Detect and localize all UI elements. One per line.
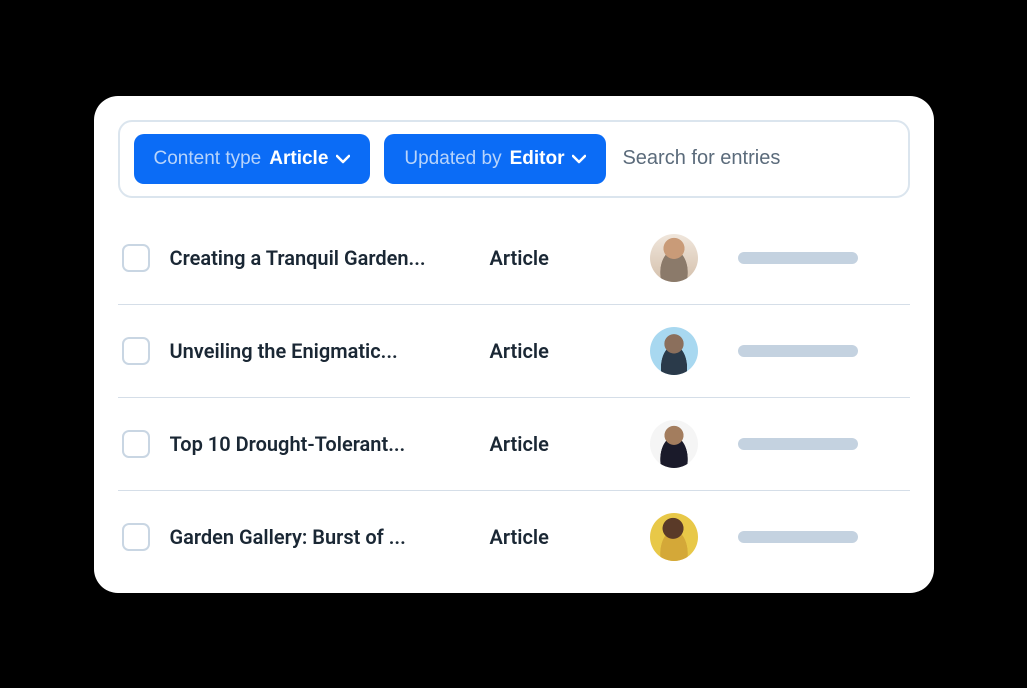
- chevron-down-icon: [336, 152, 350, 166]
- content-type-filter[interactable]: Content type Article: [134, 134, 371, 184]
- filter-label: Content type: [154, 148, 262, 170]
- filter-value: Editor: [510, 148, 565, 170]
- avatar: [650, 327, 698, 375]
- entries-list: Creating a Tranquil Garden... Article Un…: [118, 212, 910, 583]
- entry-title[interactable]: Unveiling the Enigmatic...: [170, 339, 470, 363]
- chevron-down-icon: [572, 152, 586, 166]
- entry-type: Article: [490, 246, 610, 270]
- avatar: [650, 420, 698, 468]
- entry-title[interactable]: Top 10 Drought-Tolerant...: [170, 432, 470, 456]
- row-checkbox[interactable]: [122, 337, 150, 365]
- filter-bar: Content type Article Updated by Editor: [118, 120, 910, 198]
- entry-title[interactable]: Creating a Tranquil Garden...: [170, 246, 470, 270]
- table-row: Creating a Tranquil Garden... Article: [118, 212, 910, 305]
- table-row: Garden Gallery: Burst of ... Article: [118, 491, 910, 583]
- table-row: Top 10 Drought-Tolerant... Article: [118, 398, 910, 491]
- row-checkbox[interactable]: [122, 430, 150, 458]
- content-list-panel: Content type Article Updated by Editor C…: [94, 96, 934, 593]
- row-checkbox[interactable]: [122, 523, 150, 551]
- updated-by-filter[interactable]: Updated by Editor: [384, 134, 606, 184]
- placeholder-bar: [738, 345, 858, 357]
- filter-label: Updated by: [404, 148, 501, 170]
- placeholder-bar: [738, 531, 858, 543]
- placeholder-bar: [738, 252, 858, 264]
- row-checkbox[interactable]: [122, 244, 150, 272]
- placeholder-bar: [738, 438, 858, 450]
- avatar: [650, 513, 698, 561]
- entry-type: Article: [490, 432, 610, 456]
- avatar: [650, 234, 698, 282]
- entry-title[interactable]: Garden Gallery: Burst of ...: [170, 525, 470, 549]
- filter-value: Article: [269, 148, 328, 170]
- entry-type: Article: [490, 339, 610, 363]
- table-row: Unveiling the Enigmatic... Article: [118, 305, 910, 398]
- entry-type: Article: [490, 525, 610, 549]
- search-input[interactable]: [620, 143, 893, 174]
